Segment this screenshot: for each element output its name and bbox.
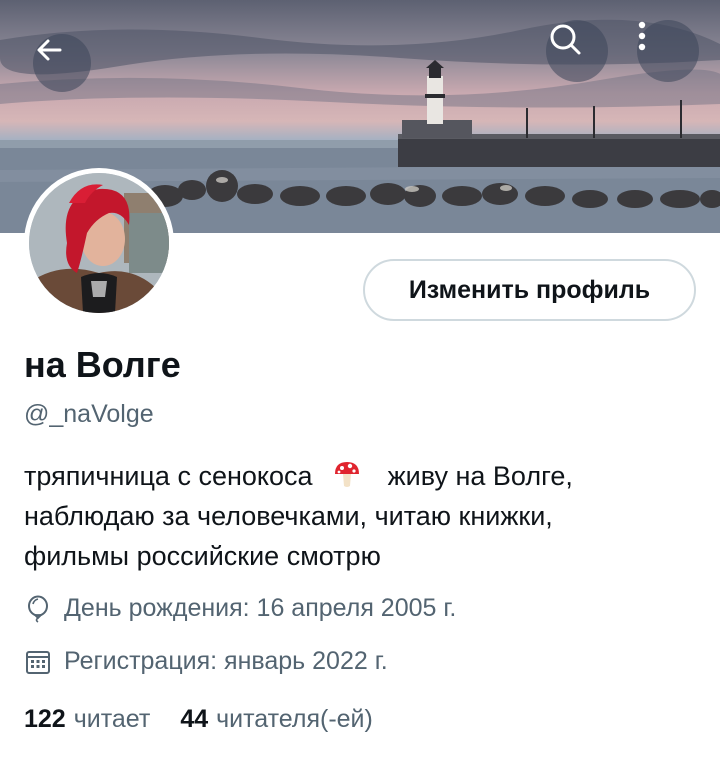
bio-text-part-2: живу на Волге, bbox=[387, 461, 573, 491]
follow-stats: 122 читает 44 читателя(-ей) bbox=[24, 705, 373, 734]
search-button[interactable] bbox=[546, 20, 608, 82]
mushroom-icon bbox=[335, 462, 360, 487]
joined-date-text: Регистрация: январь 2022 г. bbox=[64, 647, 388, 675]
followers-link[interactable]: 44 читателя(-ей) bbox=[180, 705, 373, 734]
username-handle: @_naVolge bbox=[24, 400, 154, 428]
profile-bio: тряпичница с сенокоса живу на Волге, наб… bbox=[24, 456, 704, 576]
bio-line-2: наблюдаю за человечками, читаю книжки, bbox=[24, 501, 553, 531]
joined-date-row: Регистрация: январь 2022 г. bbox=[24, 647, 388, 676]
display-name: на Волге bbox=[24, 344, 181, 385]
following-link[interactable]: 122 читает bbox=[24, 705, 150, 734]
more-vertical-icon bbox=[638, 21, 646, 51]
birthday-text: День рождения: 16 апреля 2005 г. bbox=[64, 594, 457, 622]
edit-profile-button[interactable]: Изменить профиль bbox=[363, 259, 696, 321]
following-count: 122 bbox=[24, 705, 66, 733]
search-icon bbox=[550, 24, 581, 55]
followers-label: читателя(-ей) bbox=[216, 705, 373, 733]
followers-count: 44 bbox=[180, 705, 209, 733]
back-button[interactable] bbox=[33, 34, 91, 92]
avatar-image bbox=[29, 173, 169, 313]
birthday-row: День рождения: 16 апреля 2005 г. bbox=[24, 594, 456, 623]
bio-text-part-1: тряпичница с сенокоса bbox=[24, 461, 313, 491]
balloon-icon bbox=[28, 595, 48, 623]
avatar[interactable] bbox=[24, 168, 174, 318]
back-arrow-icon bbox=[37, 39, 62, 61]
following-label: читает bbox=[73, 705, 151, 733]
calendar-icon bbox=[26, 650, 50, 674]
more-options-button[interactable] bbox=[637, 20, 699, 82]
bio-line-3: фильмы российские смотрю bbox=[24, 541, 381, 571]
bio-line-1: тряпичница с сенокоса живу на Волге, bbox=[24, 456, 704, 496]
